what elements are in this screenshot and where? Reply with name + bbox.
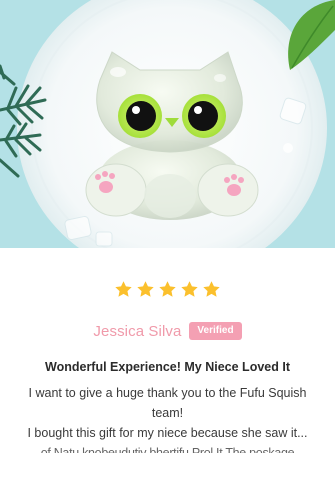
review-card: Jessica Silva Verified Wonderful Experie… [0, 0, 335, 480]
star-icon [115, 281, 132, 297]
star-icon [203, 281, 220, 297]
author-name: Jessica Silva [93, 322, 182, 340]
review-line: I bought this gift for my niece because … [27, 426, 308, 440]
author-row: Jessica Silva Verified [0, 320, 335, 342]
star-icon [159, 281, 176, 297]
product-photo[interactable] [0, 0, 335, 248]
verified-badge: Verified [189, 322, 242, 340]
review-line: of Natu knobeudutiy bhertifu Prol It The… [40, 446, 295, 453]
review-body: I want to give a huge thank you to the F… [26, 383, 309, 453]
review-line: I want to give a huge thank you to the F… [28, 386, 307, 420]
star-rating [0, 280, 335, 299]
star-icon [181, 281, 198, 297]
review-title: Wonderful Experience! My Niece Loved It [45, 360, 290, 374]
star-icon [137, 281, 154, 297]
